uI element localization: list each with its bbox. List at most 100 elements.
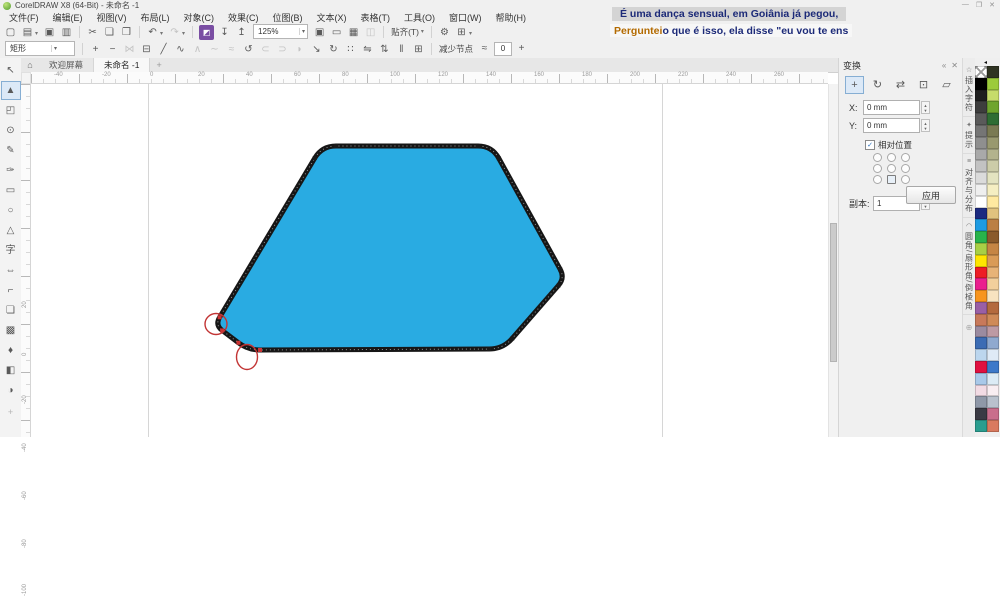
docker-close-icon[interactable]: ✕ <box>951 61 958 70</box>
x-position-stepper[interactable]: ▲ ▼ <box>921 101 930 114</box>
color-swatch-4-1[interactable] <box>987 113 999 125</box>
color-swatch-14-1[interactable] <box>987 231 999 243</box>
color-swatch-25-0[interactable] <box>975 360 987 373</box>
horizontal-ruler[interactable]: -40 -20 0 20 40 60 80 100 120 140 160 180 200 220 240 2… <box>31 72 828 84</box>
color-swatch-23-0[interactable] <box>975 337 987 350</box>
artistic-media-tool-icon[interactable]: ✑ <box>1 161 21 180</box>
color-swatch-9-1[interactable] <box>987 172 999 184</box>
color-eyedropper-tool-icon[interactable]: ♦ <box>1 341 21 360</box>
options-gear-icon[interactable]: ⚙ <box>436 24 453 41</box>
convert-to-curve-icon[interactable]: ∿ <box>172 41 189 58</box>
color-swatch-1-0[interactable] <box>975 77 987 90</box>
color-swatch-15-0[interactable] <box>975 242 987 255</box>
color-swatch-21-1[interactable] <box>987 313 999 326</box>
color-swatch-10-0[interactable] <box>975 183 987 196</box>
color-swatch-3-1[interactable] <box>987 101 999 114</box>
docker-tab-insert-character[interactable]: ☆ 插入字符 <box>963 62 975 117</box>
quick-customize-button[interactable]: ⊕ <box>966 323 973 332</box>
curve-node[interactable] <box>556 283 561 288</box>
anchor-point-5[interactable] <box>901 164 910 173</box>
color-swatch-20-1[interactable] <box>987 301 999 314</box>
save-icon[interactable]: ▣ <box>41 24 58 41</box>
home-icon[interactable]: ⌂ <box>21 58 39 72</box>
curve-node[interactable] <box>217 315 222 320</box>
docker-tab-fillet-scallop-chamfer[interactable]: ◠ 圆角/扇形角/倒棱角 <box>963 218 975 316</box>
tab-untitled-document[interactable]: 未命名 -1 <box>94 58 151 72</box>
add-tools-button[interactable]: + <box>8 407 13 417</box>
color-swatch-13-1[interactable] <box>987 219 999 232</box>
maximize-button[interactable]: ❐ <box>976 1 982 9</box>
color-swatch-7-0[interactable] <box>975 148 987 161</box>
color-swatch-18-1[interactable] <box>987 278 999 291</box>
cusp-node-icon[interactable]: ∧ <box>189 41 206 58</box>
relative-position-checkbox[interactable]: ✓ <box>865 140 875 150</box>
color-swatch-0-1[interactable] <box>987 66 999 78</box>
color-swatch-23-1[interactable] <box>987 337 999 350</box>
apply-button[interactable]: 应用 <box>906 186 956 204</box>
color-swatch-25-1[interactable] <box>987 360 999 373</box>
delete-node-icon[interactable]: − <box>104 41 121 58</box>
color-swatch-26-1[interactable] <box>987 372 999 385</box>
crop-tool-icon[interactable]: ◰ <box>1 101 21 120</box>
app-launcher-icon-dropdown[interactable]: ▾ <box>469 31 472 37</box>
anchor-point-6[interactable] <box>873 175 882 184</box>
reverse-direction-icon[interactable]: ↺ <box>240 41 257 58</box>
color-swatch-16-1[interactable] <box>987 254 999 267</box>
color-swatch-14-0[interactable] <box>975 231 987 243</box>
color-swatch-27-1[interactable] <box>987 384 999 397</box>
position-transform-icon[interactable]: + <box>845 76 864 94</box>
symmetric-node-icon[interactable]: ≈ <box>223 41 240 58</box>
reduce-nodes-button[interactable]: 减少节点 <box>436 43 476 55</box>
docker-collapse-icon[interactable]: « <box>942 61 946 70</box>
zoom-tool-icon[interactable]: ⊙ <box>1 121 21 140</box>
color-swatch-12-0[interactable] <box>975 207 987 220</box>
select-all-nodes-icon[interactable]: ⊞ <box>410 41 427 58</box>
text-tool-icon[interactable]: 字 <box>1 241 21 260</box>
skew-transform-icon[interactable]: ▱ <box>937 76 956 94</box>
rotate-skew-nodes-icon[interactable]: ↻ <box>325 41 342 58</box>
size-transform-icon[interactable]: ⊡ <box>914 76 933 94</box>
color-swatch-24-1[interactable] <box>987 349 999 361</box>
vertical-reflect-icon[interactable]: ⇅ <box>376 41 393 58</box>
color-swatch-24-0[interactable] <box>975 349 987 361</box>
color-swatch-13-0[interactable] <box>975 219 987 232</box>
drawing-canvas[interactable] <box>31 84 828 437</box>
color-swatch-28-1[interactable] <box>987 396 999 409</box>
chevron-down-icon[interactable]: ▾ <box>51 45 57 52</box>
minimize-button[interactable]: — <box>962 1 969 9</box>
color-swatch-15-1[interactable] <box>987 242 999 255</box>
color-swatch-10-1[interactable] <box>987 183 999 196</box>
add-node-icon[interactable]: + <box>87 41 104 58</box>
horizontal-reflect-icon[interactable]: ⇋ <box>359 41 376 58</box>
color-swatch-11-1[interactable] <box>987 195 999 208</box>
freehand-tool-icon[interactable]: ✎ <box>1 141 21 160</box>
open-icon[interactable]: ▤ <box>19 24 36 41</box>
curve-node[interactable] <box>476 144 480 148</box>
x-position-input[interactable]: 0 mm <box>863 100 920 115</box>
color-swatch-16-0[interactable] <box>975 254 987 267</box>
color-swatch-29-1[interactable] <box>987 408 999 420</box>
artwork-layer[interactable] <box>31 84 828 437</box>
y-position-stepper[interactable]: ▲ ▼ <box>921 119 930 132</box>
snap-to-button[interactable]: 贴齐(T) <box>388 26 422 38</box>
align-nodes-icon[interactable]: ∷ <box>342 41 359 58</box>
connector-tool-icon[interactable]: ⌐ <box>1 281 21 300</box>
color-swatch-2-0[interactable] <box>975 89 987 102</box>
curve-smoothness-slider[interactable]: + <box>513 40 530 57</box>
undo-icon-dropdown[interactable]: ▾ <box>160 31 163 37</box>
color-swatch-7-1[interactable] <box>987 148 999 161</box>
anchor-point-2[interactable] <box>901 153 910 162</box>
color-swatch-19-0[interactable] <box>975 290 987 302</box>
stretch-nodes-icon[interactable]: ↘ <box>308 41 325 58</box>
drop-shadow-tool-icon[interactable]: ❏ <box>1 301 21 320</box>
ellipse-tool-icon[interactable]: ○ <box>1 201 21 220</box>
color-swatch-6-0[interactable] <box>975 136 987 149</box>
rectangle-tool-icon[interactable]: ▭ <box>1 181 21 200</box>
color-swatch-1-1[interactable] <box>987 77 999 90</box>
curve-node[interactable] <box>487 347 492 352</box>
color-swatch-11-0[interactable] <box>975 195 987 208</box>
extend-curve-close-icon[interactable]: ⊃ <box>274 41 291 58</box>
color-swatch-17-0[interactable] <box>975 266 987 279</box>
zoom-level-combo[interactable]: 125% ▾ <box>253 24 309 39</box>
app-launcher-icon[interactable]: ⊞ <box>453 24 470 41</box>
